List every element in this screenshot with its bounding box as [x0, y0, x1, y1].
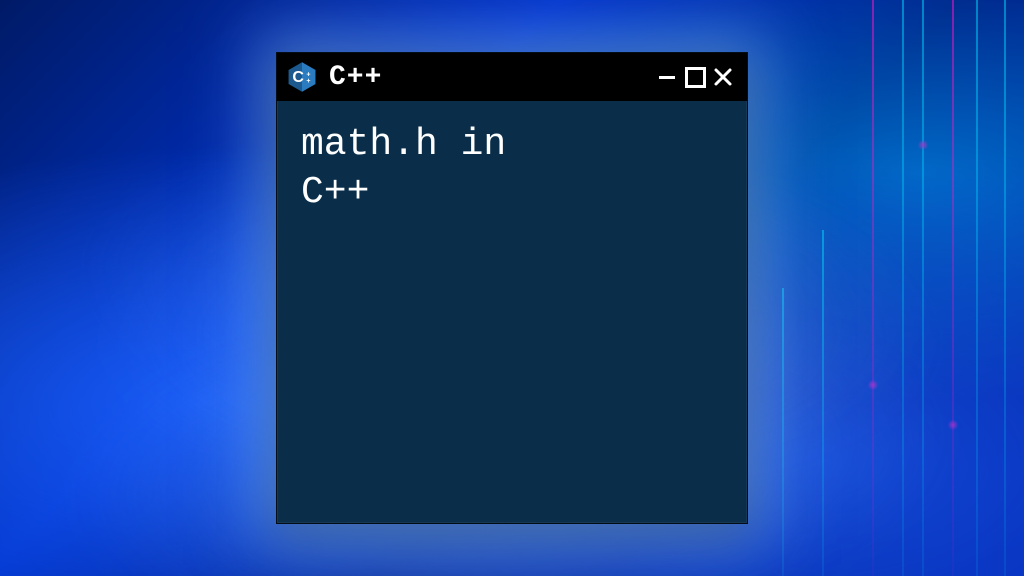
- maximize-button[interactable]: [681, 63, 709, 91]
- svg-text:C: C: [292, 69, 304, 86]
- app-window: C + + C++ math.h in C++: [276, 52, 748, 524]
- svg-text:+: +: [306, 71, 310, 78]
- minimize-button[interactable]: [653, 63, 681, 91]
- window-content: math.h in C++: [277, 101, 747, 236]
- titlebar[interactable]: C + + C++: [277, 53, 747, 101]
- window-title: C++: [329, 62, 643, 93]
- close-button[interactable]: [709, 63, 737, 91]
- window-controls: [653, 63, 737, 91]
- cpp-logo-icon: C + +: [285, 60, 319, 94]
- svg-text:+: +: [306, 78, 310, 85]
